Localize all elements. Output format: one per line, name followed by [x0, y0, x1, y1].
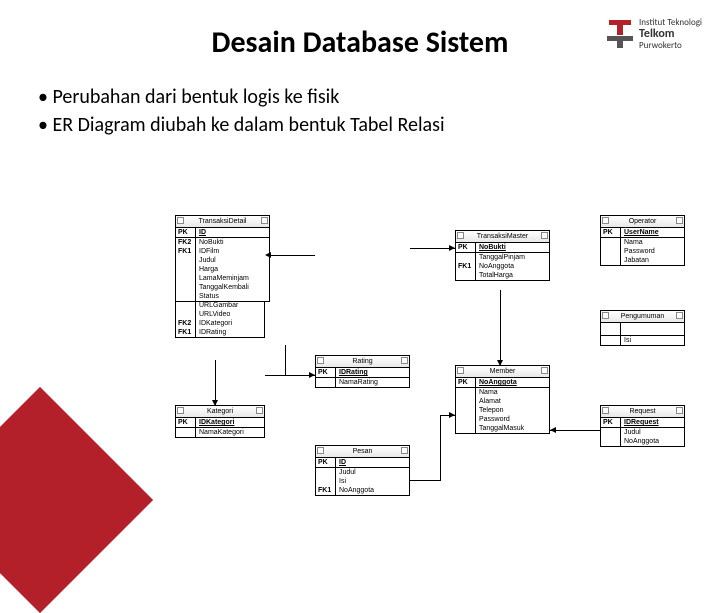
logo-line3: Purwokerto	[639, 41, 702, 51]
er-diagram: Film PKIDFilm Judul Tipe TanggalMasuk Ha…	[175, 215, 705, 535]
table-request: Request PKIDRequest Judul NoAnggota	[600, 405, 685, 447]
bullet-item: Perubahan dari bentuk logis ke fisik	[38, 85, 720, 109]
table-pengumuman: Pengumuman Isi	[600, 310, 685, 346]
decoration-corner	[0, 387, 153, 613]
table-operator: Operator PKUserName Nama Password Jabata…	[600, 215, 685, 266]
logo-mark	[607, 20, 633, 48]
table-pesan: Pesan PKID Judul Isi FK1NoAnggota	[315, 445, 410, 496]
bullet-list: Perubahan dari bentuk logis ke fisik ER …	[38, 85, 720, 137]
bullet-item: ER Diagram diubah ke dalam bentuk Tabel …	[38, 113, 720, 137]
table-member: Member PKNoAnggota Nama Alamat Telepon P…	[455, 365, 550, 434]
institution-logo: Institut Teknologi Telkom Purwokerto	[607, 18, 702, 51]
table-rating: Rating PKIDRating NamaRating	[315, 355, 410, 388]
table-transaksimaster: TransaksiMaster PKNoBukti TanggalPinjam …	[455, 230, 550, 281]
table-kategori: Kategori PKIDKategori NamaKategori	[175, 405, 265, 438]
table-transaksidetail: TransaksiDetail PKID FK2NoBukti FK1IDFil…	[175, 215, 270, 302]
